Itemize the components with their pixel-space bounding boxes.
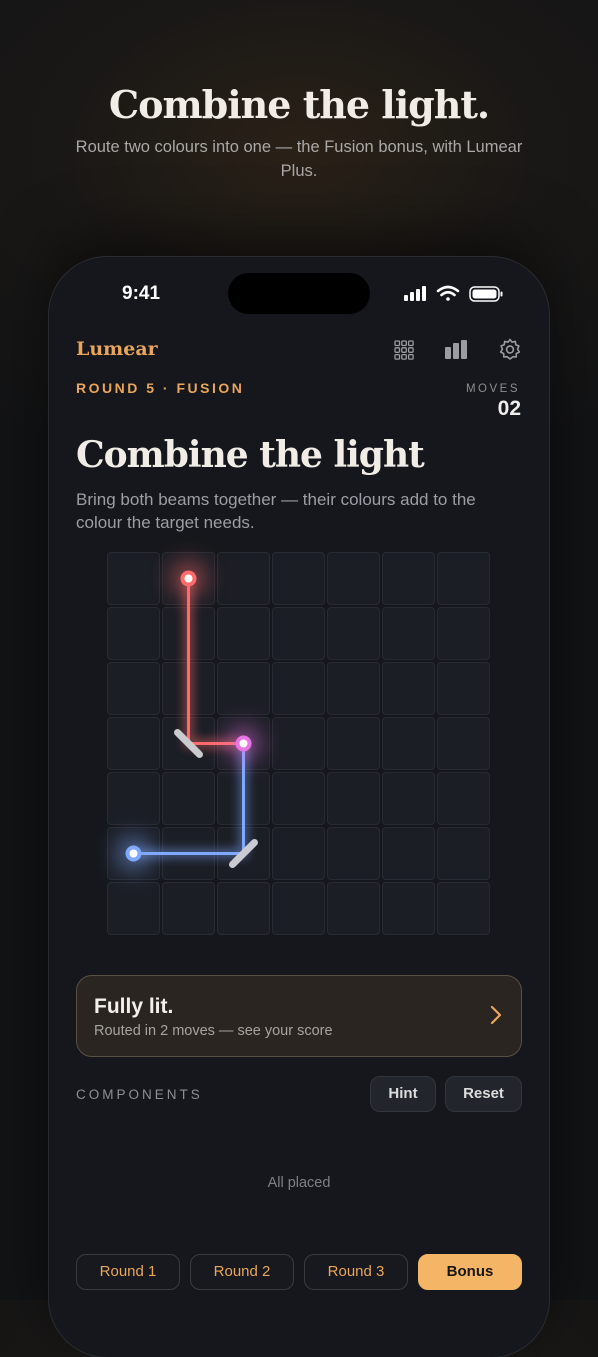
tab-round-1[interactable]: Round 1: [76, 1254, 180, 1290]
red-light-source-core: [184, 574, 193, 583]
tab-round-3[interactable]: Round 3: [304, 1254, 408, 1290]
dynamic-island: [228, 273, 370, 314]
moves-counter: 02: [497, 397, 521, 420]
red-beam-glow: [184, 578, 244, 748]
blue-light-source-core: [129, 849, 138, 858]
result-title: Fully lit.: [94, 995, 174, 1018]
blue-beam: [133, 743, 245, 855]
blue-beam-glow: [133, 743, 248, 858]
reset-button[interactable]: Reset: [445, 1076, 522, 1112]
level-description: Bring both beams together — their colour…: [76, 490, 476, 532]
components-label: COMPONENTS: [76, 1087, 203, 1102]
tab-bonus[interactable]: Bonus: [418, 1254, 522, 1290]
status-icons: [404, 285, 503, 302]
settings-icon[interactable]: [497, 337, 523, 363]
moves-label: MOVES: [465, 383, 520, 395]
stats-icon[interactable]: [443, 337, 469, 363]
hero-title: Combine the light.: [108, 82, 490, 127]
round-label: ROUND 5 · FUSION: [76, 380, 245, 396]
result-card[interactable]: Fully lit. Routed in 2 moves — see your …: [76, 975, 522, 1057]
signal-icon: [404, 286, 426, 301]
grid-icon[interactable]: [391, 337, 417, 363]
battery-icon: [469, 286, 503, 302]
status-time: 9:41: [122, 283, 161, 304]
chevron-right-icon: [490, 1005, 502, 1025]
tab-round-2[interactable]: Round 2: [190, 1254, 294, 1290]
result-subtitle: Routed in 2 moves — see your score: [94, 1023, 333, 1039]
app-logo: Lumear: [76, 338, 158, 360]
level-title: Combine the light: [76, 434, 425, 476]
puzzle-board[interactable]: [106, 551, 492, 937]
red-beam: [187, 578, 244, 745]
hint-button[interactable]: Hint: [370, 1076, 436, 1112]
target-node-core: [239, 739, 248, 748]
wifi-icon: [436, 285, 460, 301]
hero-subtitle: Route two colours into one — the Fusion …: [75, 138, 523, 180]
board-overlay: [117, 562, 260, 870]
components-empty-text: All placed: [267, 1175, 331, 1191]
